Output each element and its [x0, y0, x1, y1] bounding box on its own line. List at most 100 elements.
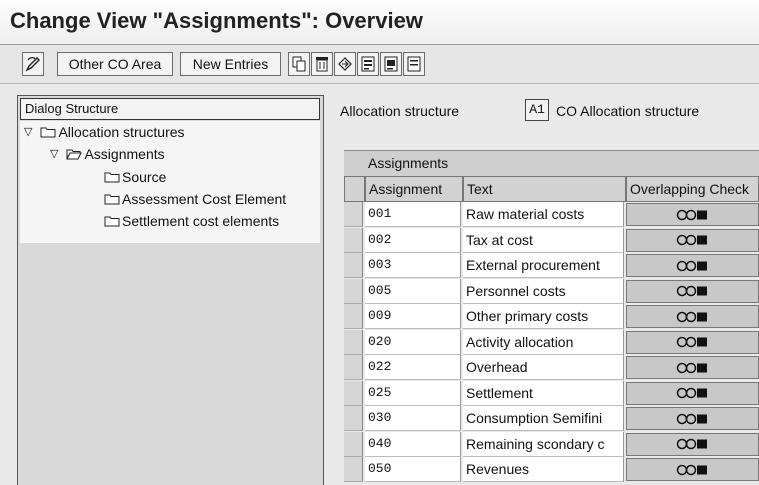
- overlapping-check-button[interactable]: [626, 330, 759, 354]
- assignment-cell[interactable]: 003: [365, 253, 461, 278]
- text-cell[interactable]: Tax at cost: [463, 227, 624, 253]
- assignment-cell[interactable]: 025: [365, 380, 461, 406]
- text-cell[interactable]: Remaining scondary c: [463, 431, 624, 457]
- table-row: 020 Activity allocation: [344, 329, 759, 356]
- page-title: Change View "Assignments": Overview: [10, 8, 423, 33]
- table-row: 003 External procurement: [344, 253, 759, 279]
- row-selector[interactable]: [344, 227, 363, 253]
- dialog-structure-header: Dialog Structure: [20, 98, 320, 120]
- display-change-icon[interactable]: [22, 52, 44, 76]
- overlapping-check-icon: [676, 234, 707, 246]
- text-cell[interactable]: Revenues: [463, 457, 624, 482]
- text-cell[interactable]: External procurement: [463, 253, 624, 278]
- row-selector[interactable]: [344, 304, 363, 329]
- table-row: 022 Overhead: [344, 355, 759, 381]
- overlapping-check-icon: [676, 362, 707, 373]
- tree-item-label: Settlement cost elements: [122, 213, 280, 229]
- text-cell[interactable]: Other primary costs: [463, 304, 624, 329]
- overlapping-check-icon: [676, 438, 707, 450]
- text-cell[interactable]: Activity allocation: [463, 329, 624, 355]
- row-selector[interactable]: [344, 202, 363, 227]
- table-row: 001 Raw material costs: [344, 202, 759, 228]
- row-selector[interactable]: [344, 355, 363, 380]
- select-block-icon[interactable]: [380, 52, 402, 76]
- overlapping-check-icon: [676, 209, 707, 220]
- overlapping-check-button[interactable]: [626, 228, 759, 252]
- overlapping-check-icon: [676, 413, 707, 424]
- assignment-cell[interactable]: 001: [365, 202, 461, 227]
- assignment-cell[interactable]: 040: [365, 431, 461, 457]
- dialog-structure-panel: Dialog Structure ▽ Allocation structures…: [17, 95, 324, 485]
- row-selector[interactable]: [344, 329, 363, 355]
- table-row: 030 Consumption Semifini: [344, 406, 759, 432]
- folder-icon: [104, 172, 120, 183]
- tree-item-assessment-cost-element[interactable]: Assessment Cost Element: [104, 188, 286, 210]
- title-bar: Change View "Assignments": Overview: [0, 0, 759, 45]
- overlapping-check-button[interactable]: [626, 279, 759, 303]
- allocation-structure-description: CO Allocation structure: [556, 103, 700, 119]
- open-folder-icon: [66, 149, 83, 160]
- text-cell[interactable]: Consumption Semifini: [463, 406, 624, 431]
- tree-item-label: Source: [122, 169, 167, 185]
- text-cell[interactable]: Settlement: [463, 380, 624, 406]
- delete-icon[interactable]: [311, 52, 333, 76]
- table-row: 009 Other primary costs: [344, 304, 759, 330]
- expand-triangle-icon[interactable]: ▽: [50, 143, 58, 165]
- assignment-cell[interactable]: 009: [365, 304, 461, 329]
- assignment-cell[interactable]: 002: [365, 227, 461, 253]
- column-header-text[interactable]: Text: [463, 176, 626, 202]
- overlapping-check-icon: [676, 311, 707, 322]
- table-row: 050 Revenues: [344, 457, 759, 483]
- folder-icon: [40, 127, 56, 138]
- row-selector[interactable]: [344, 431, 363, 457]
- text-cell[interactable]: Overhead: [463, 355, 624, 380]
- assignment-cell[interactable]: 022: [365, 355, 461, 380]
- tree-item-assignments[interactable]: ▽ Assignments: [50, 143, 165, 165]
- overlapping-check-button[interactable]: [626, 254, 759, 277]
- folder-icon: [104, 216, 120, 227]
- overlapping-check-icon: [676, 336, 707, 348]
- tree-item-allocation-structures[interactable]: ▽ Allocation structures: [24, 121, 185, 143]
- overlapping-check-button[interactable]: [626, 305, 759, 328]
- row-selector[interactable]: [344, 406, 363, 431]
- row-selector[interactable]: [344, 278, 363, 304]
- select-all-rows-button[interactable]: [344, 176, 365, 202]
- tree-item-settlement-cost-elements[interactable]: Settlement cost elements: [104, 210, 279, 232]
- dialog-structure-tree: ▽ Allocation structures ▽ Assignments So…: [20, 121, 320, 243]
- table-row: 025 Settlement: [344, 380, 759, 407]
- assignment-cell[interactable]: 030: [365, 406, 461, 431]
- table-row: 005 Personnel costs: [344, 278, 759, 305]
- assignment-cell[interactable]: 005: [365, 278, 461, 304]
- assignment-cell[interactable]: 020: [365, 329, 461, 355]
- overlapping-check-button[interactable]: [626, 458, 759, 481]
- overlapping-check-button[interactable]: [626, 381, 759, 405]
- undo-icon[interactable]: [334, 52, 356, 76]
- other-co-area-button[interactable]: Other CO Area: [57, 52, 173, 76]
- tree-item-label: Assessment Cost Element: [122, 191, 287, 207]
- expand-triangle-icon[interactable]: ▽: [24, 121, 32, 143]
- tree-item-label: Assignments: [84, 146, 165, 162]
- column-header-overlapping-check[interactable]: Overlapping Check: [626, 176, 759, 202]
- overlapping-check-button[interactable]: [626, 203, 759, 226]
- allocation-structure-field[interactable]: A1: [525, 99, 549, 121]
- overlapping-check-button[interactable]: [626, 356, 759, 379]
- table-title: Assignments: [344, 150, 759, 176]
- row-selector[interactable]: [344, 457, 363, 482]
- overlapping-check-button[interactable]: [626, 432, 759, 456]
- overlapping-check-button[interactable]: [626, 407, 759, 430]
- deselect-all-icon[interactable]: [403, 52, 425, 76]
- copy-icon[interactable]: [288, 52, 310, 76]
- folder-icon: [104, 194, 120, 205]
- column-header-assignment[interactable]: Assignment: [365, 176, 463, 202]
- main-area: Allocation structure A1 CO Allocation st…: [340, 95, 759, 485]
- select-all-icon[interactable]: [357, 52, 379, 76]
- allocation-structure-label: Allocation structure: [340, 103, 460, 119]
- tree-item-source[interactable]: Source: [104, 165, 166, 189]
- assignment-cell[interactable]: 050: [365, 457, 461, 482]
- text-cell[interactable]: Personnel costs: [463, 278, 624, 304]
- row-selector[interactable]: [344, 253, 363, 278]
- text-cell[interactable]: Raw material costs: [463, 202, 624, 227]
- assignments-table: Assignments Assignment Text Overlapping …: [344, 150, 759, 485]
- row-selector[interactable]: [344, 380, 363, 406]
- new-entries-button[interactable]: New Entries: [180, 52, 281, 76]
